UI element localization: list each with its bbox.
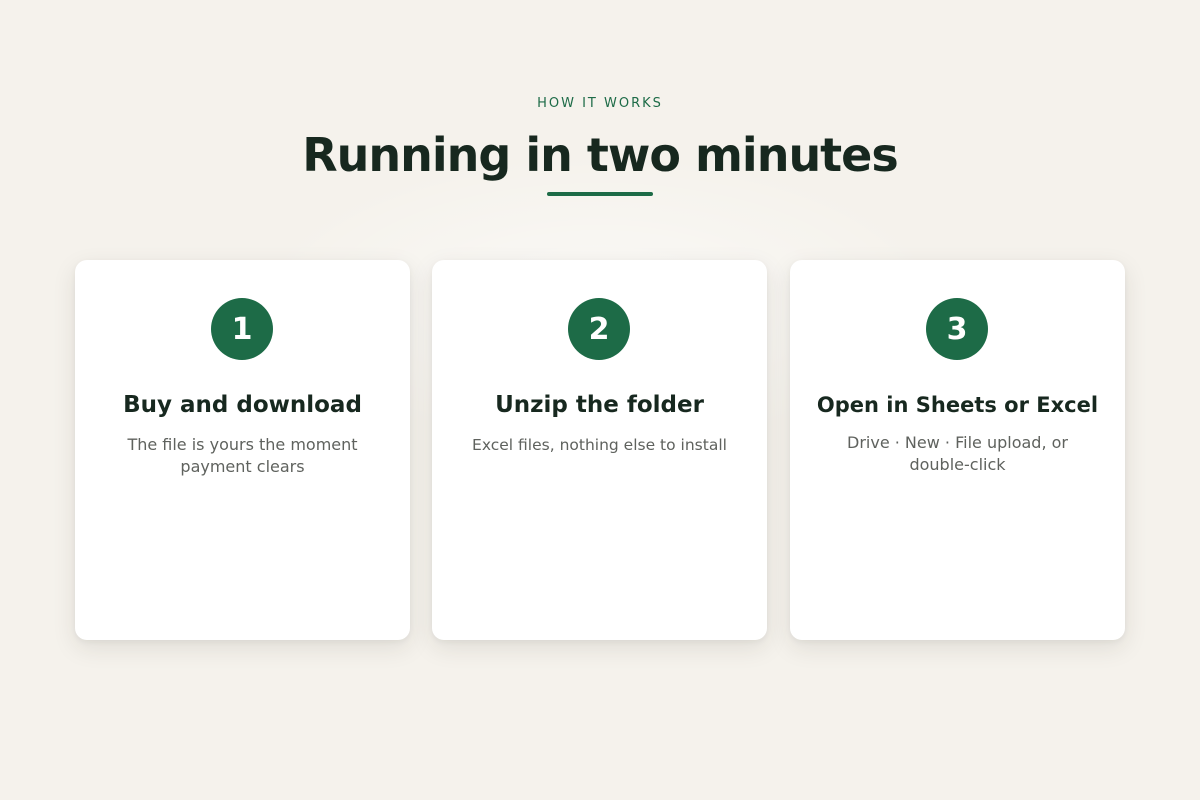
step-description: The file is yours the moment payment cle… xyxy=(127,435,358,476)
how-it-works-section: HOW IT WORKS Running in two minutes 1 Bu… xyxy=(0,0,1200,800)
step-title: Unzip the folder xyxy=(495,392,704,418)
step-number-badge: 2 xyxy=(568,298,630,360)
title-underline xyxy=(547,192,653,196)
steps-list: 1 Buy and download The file is yours the… xyxy=(75,260,1125,640)
step-number-badge: 1 xyxy=(211,298,273,360)
step-number-badge: 3 xyxy=(926,298,988,360)
step-title: Open in Sheets or Excel xyxy=(816,393,1099,417)
step-card-3: 3 Open in Sheets or Excel Drive · New · … xyxy=(790,260,1125,640)
step-title: Buy and download xyxy=(123,392,362,418)
section-title: Running in two minutes xyxy=(302,128,899,182)
step-description: Drive · New · File upload, or double-cli… xyxy=(847,433,1068,474)
step-card-2: 2 Unzip the folder Excel files, nothing … xyxy=(432,260,767,640)
step-card-1: 1 Buy and download The file is yours the… xyxy=(75,260,410,640)
section-eyebrow: HOW IT WORKS xyxy=(537,96,663,111)
step-description: Excel files, nothing else to install xyxy=(472,436,727,454)
